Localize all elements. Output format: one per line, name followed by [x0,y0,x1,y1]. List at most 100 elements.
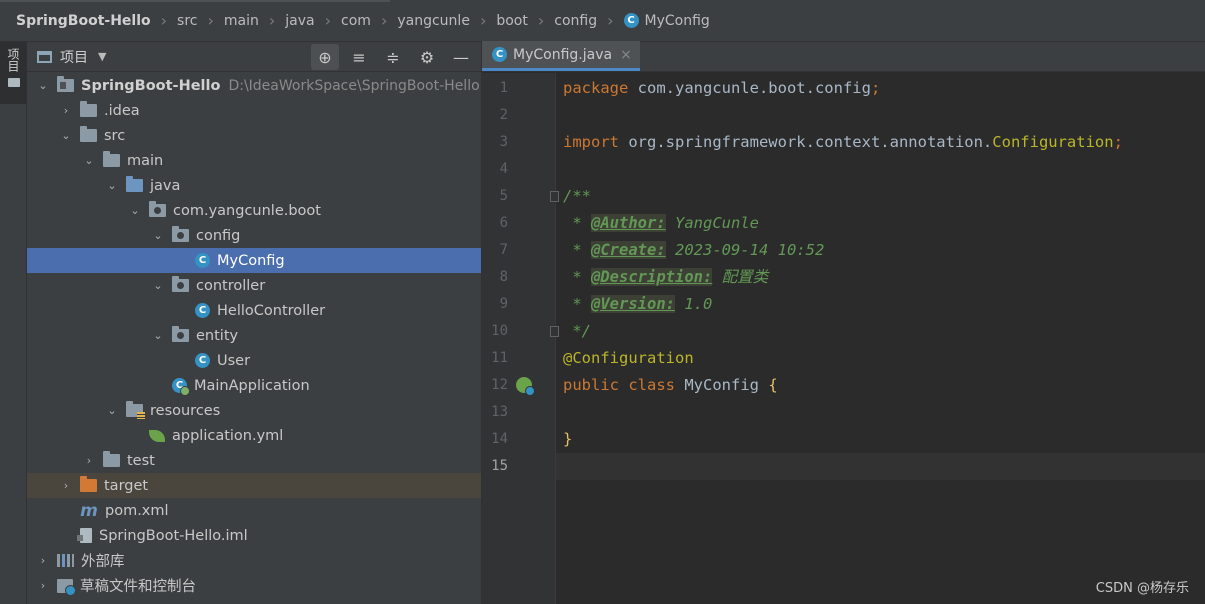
tab-myconfig-java[interactable]: C MyConfig.java × [482,41,640,71]
tree-item[interactable]: application.yml [27,423,481,448]
folder-icon [80,126,97,142]
tree-item[interactable]: C HelloController [27,298,481,323]
breadcrumb-item[interactable]: java [285,13,314,29]
chevron-right-icon[interactable]: › [81,454,97,467]
left-tool-stripe: 项目 [0,42,27,604]
tree-item-label: HelloController [217,302,326,319]
breadcrumb-item[interactable]: main [224,13,259,29]
tree-item[interactable]: ⌄ SpringBoot-Hello D:\IdeaWorkSpace\Spring… [27,73,481,98]
tree-item-label: config [196,227,241,244]
breadcrumb-item[interactable]: yangcunle [397,13,470,29]
tree-item[interactable]: ⌄ java [27,173,481,198]
package-icon [172,326,189,342]
tree-item-label: pom.xml [105,502,169,519]
code-token: ; [1113,133,1123,151]
select-opened-file-icon[interactable]: ⊕ [311,44,339,70]
code-editor: C MyConfig.java × 1 2 3 4 5 6 7 8 9 10 11 12 13 14 15 … [481,41,1205,604]
spring-bean-icon[interactable] [516,377,535,396]
tree-item[interactable]: ⌄ config [27,223,481,248]
folder-icon [103,451,120,467]
code-line: * @Author: YangCunle [563,210,759,237]
current-line-highlight [556,453,1205,480]
tree-item[interactable]: C User [27,348,481,373]
chevron-right-icon[interactable]: › [58,479,74,492]
tree-item[interactable]: ⌄ com.yangcunle.boot [27,198,481,223]
chevron-right-icon[interactable]: › [35,579,51,592]
chevron-right-icon: › [324,11,332,30]
tree-item-label: com.yangcunle.boot [173,202,321,219]
code-token: 配置类 [712,268,769,286]
tree-item[interactable]: › test [27,448,481,473]
chevron-down-icon[interactable]: ⌄ [104,404,120,417]
tree-item[interactable]: m pom.xml [27,498,481,523]
chevron-down-icon[interactable]: ▼ [98,50,106,63]
chevron-down-icon[interactable]: ⌄ [150,229,166,242]
gear-icon[interactable]: ⚙ [413,44,441,70]
line-number: 10 [491,323,508,339]
tree-item[interactable]: ⌄ controller [27,273,481,298]
project-tool-window-button[interactable]: 项目 [0,42,27,104]
hide-icon[interactable]: — [447,44,475,70]
chevron-down-icon[interactable]: ⌄ [150,279,166,292]
project-view-selector[interactable]: 项目 [60,47,88,67]
code-token: @Author: [591,214,666,232]
tree-item[interactable]: › 外部库 [27,548,481,573]
line-number: 2 [499,107,508,123]
code-token: com.yangcunle.boot.config [637,79,871,97]
breadcrumb-item[interactable]: com [341,13,371,29]
tree-item[interactable]: ⌄ main [27,148,481,173]
breadcrumb-item[interactable]: SpringBoot-Hello [16,13,151,29]
chevron-right-icon: › [380,11,388,30]
expand-all-icon[interactable]: ≡ [345,44,373,70]
tree-item[interactable]: › 草稿文件和控制台 [27,573,481,598]
tree-item[interactable]: › .idea [27,98,481,123]
tree-item-label: application.yml [172,427,284,444]
code-line: * @Version: 1.0 [563,291,712,318]
code-token: * [563,268,591,286]
package-icon [149,201,166,217]
line-number: 11 [491,350,508,366]
tree-item[interactable]: ⌄ entity [27,323,481,348]
tree-item-label: SpringBoot-Hello [81,77,221,94]
line-number: 7 [499,242,508,258]
tree-item-label: entity [196,327,239,344]
folder-icon [80,101,97,117]
close-icon[interactable]: × [620,47,632,63]
tree-item[interactable]: ⌄ src [27,123,481,148]
code-token: YangCunle [665,214,759,232]
chevron-down-icon[interactable]: ⌄ [81,154,97,167]
code-line: import org.springframework.context.annot… [563,129,1123,156]
chevron-right-icon[interactable]: › [58,104,74,117]
chevron-down-icon[interactable]: ⌄ [35,79,51,92]
watermark: CSDN @杨存乐 [1095,581,1189,596]
line-number: 1 [499,80,508,96]
code-token: public [563,376,629,394]
chevron-right-icon: › [268,11,276,30]
chevron-down-icon[interactable]: ⌄ [58,129,74,142]
title-bar-divider [0,0,390,2]
breadcrumb-item[interactable]: config [554,13,597,29]
chevron-down-icon[interactable]: ⌄ [150,329,166,342]
editor-tab-bar: C MyConfig.java × [482,41,1205,72]
chevron-right-icon[interactable]: › [35,554,51,567]
java-class-icon: C [195,253,210,268]
code-text-area[interactable]: package com.yangcunle.boot.config; import… [556,73,1205,604]
chevron-right-icon: › [160,11,168,30]
scratch-icon [57,578,76,596]
collapse-all-icon[interactable]: ≑ [379,44,407,70]
tree-item[interactable]: › target [27,473,481,498]
tree-item[interactable]: C MyConfig [27,248,481,273]
code-line: public class MyConfig { [563,372,778,399]
chevron-right-icon: › [537,11,545,30]
breadcrumb-item[interactable]: MyConfig [645,13,710,29]
tree-item-label: target [104,477,149,494]
tree-item[interactable]: ⌄ resources [27,398,481,423]
breadcrumb-item[interactable]: boot [496,13,528,29]
chevron-down-icon[interactable]: ⌄ [104,179,120,192]
chevron-down-icon[interactable]: ⌄ [127,204,143,217]
tree-item-label: 外部库 [81,554,125,570]
tree-item-label: MyConfig [217,252,285,269]
tree-item[interactable]: SpringBoot-Hello.iml [27,523,481,548]
breadcrumb-item[interactable]: src [177,13,197,29]
tree-item[interactable]: C MainApplication [27,373,481,398]
